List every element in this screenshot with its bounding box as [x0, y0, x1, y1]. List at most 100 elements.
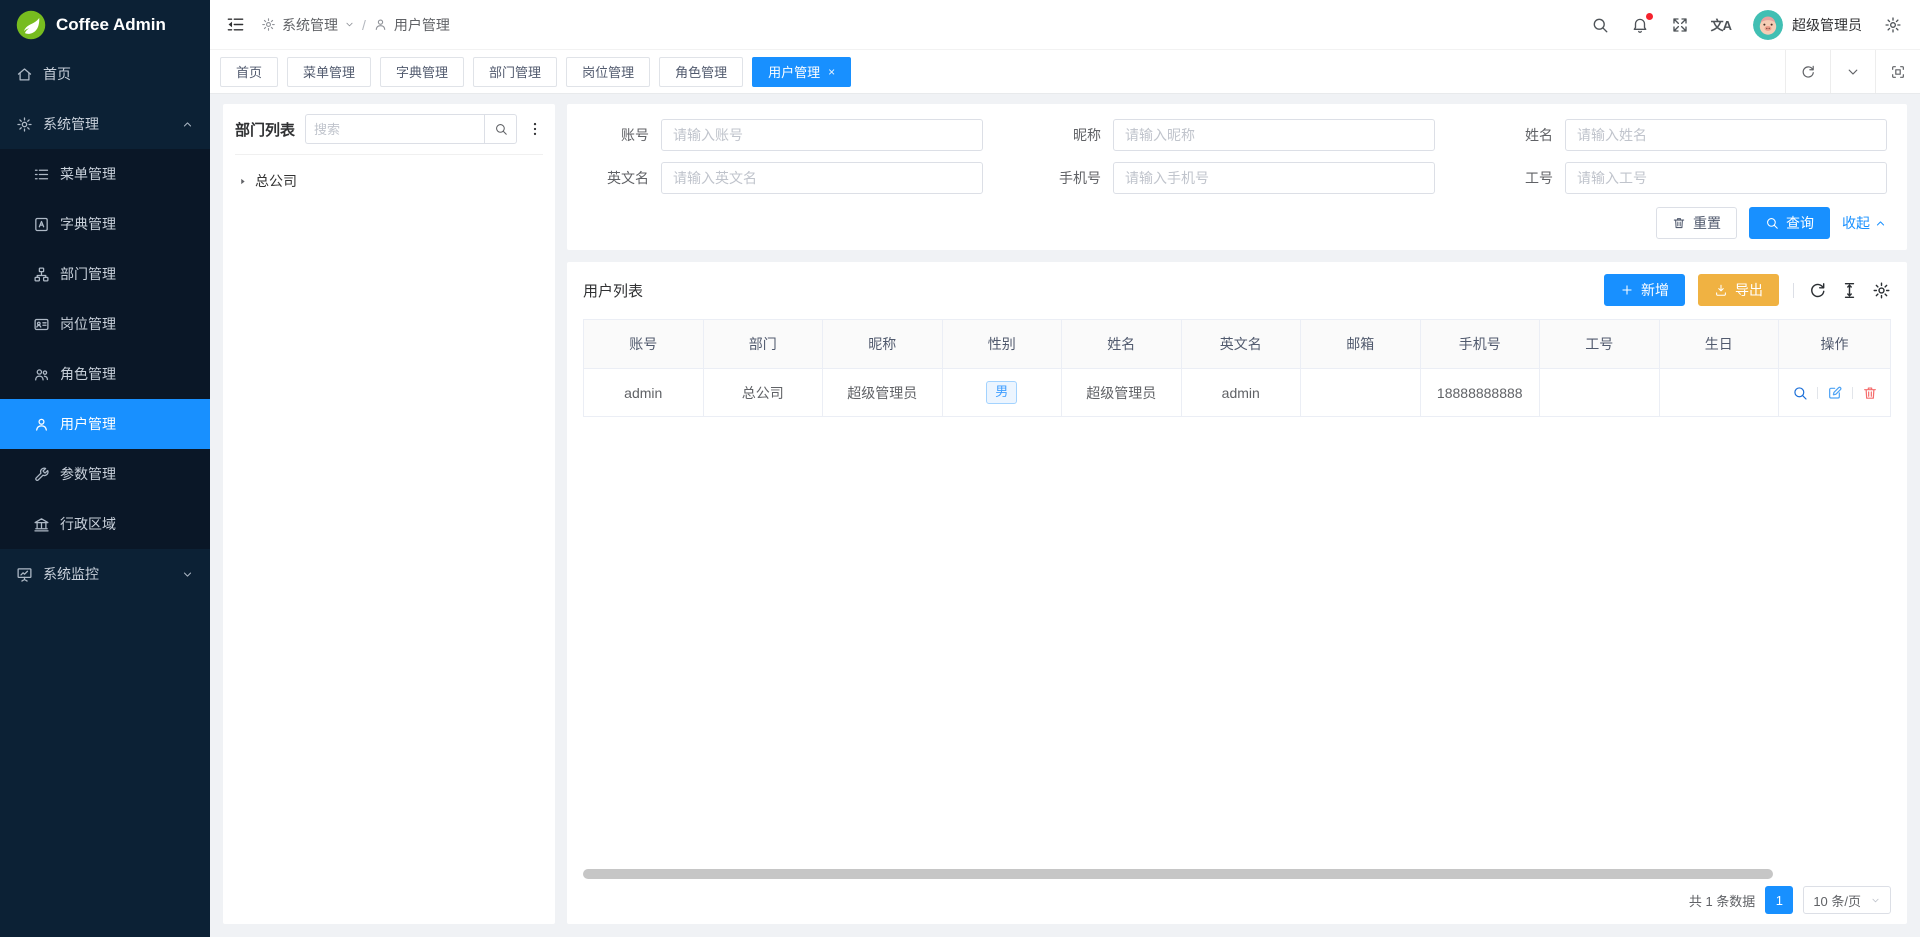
trash-icon	[1672, 216, 1686, 230]
content-area: 部门列表 总公司 账号昵称姓名英文名手机号工号 重置	[210, 94, 1920, 937]
row-height-icon[interactable]	[1840, 281, 1859, 300]
user-list-toolbar: 用户列表 新增 导出	[583, 274, 1891, 306]
column-settings-icon[interactable]	[1872, 281, 1891, 300]
tab-post-management[interactable]: 岗位管理	[566, 57, 650, 87]
gender-tag: 男	[986, 381, 1017, 403]
bank-icon	[33, 516, 50, 533]
tab-home[interactable]: 首页	[220, 57, 278, 87]
tree-item-company[interactable]: 总公司	[237, 167, 541, 195]
tab-menu-management[interactable]: 菜单管理	[287, 57, 371, 87]
phone-input[interactable]	[1113, 162, 1435, 194]
tab-dept-management[interactable]: 部门管理	[473, 57, 557, 87]
dictionary-icon	[33, 216, 50, 233]
department-search-button[interactable]	[484, 114, 517, 144]
chevron-down-icon	[181, 568, 194, 581]
filter-field-phone: 手机号	[1039, 162, 1435, 194]
sidebar-item-system-monitor[interactable]: 系统监控	[0, 549, 210, 599]
chevron-up-icon	[181, 118, 194, 131]
maximize-view-button[interactable]	[1875, 50, 1920, 93]
tab-dropdown-button[interactable]	[1830, 50, 1875, 93]
sidebar-item-label: 字典管理	[60, 214, 116, 234]
breadcrumb-item-user-management[interactable]: 用户管理	[373, 15, 450, 35]
sidebar: Coffee Admin 首页系统管理菜单管理字典管理部门管理岗位管理角色管理用…	[0, 0, 210, 937]
filter-field-job-number: 工号	[1491, 162, 1887, 194]
download-icon	[1714, 283, 1728, 297]
kebab-menu-icon[interactable]	[527, 119, 543, 139]
table-column-header: 性别	[942, 320, 1062, 369]
sidebar-item-param-management[interactable]: 参数管理	[0, 449, 210, 499]
user-filter-form: 账号昵称姓名英文名手机号工号 重置 查询 收起	[567, 104, 1907, 250]
reset-button[interactable]: 重置	[1656, 207, 1737, 239]
add-user-button[interactable]: 新增	[1604, 274, 1685, 306]
sidebar-item-user-management[interactable]: 用户管理	[0, 399, 210, 449]
account-input[interactable]	[661, 119, 983, 151]
chevron-down-icon	[1845, 64, 1861, 80]
sidebar-item-role-management[interactable]: 角色管理	[0, 349, 210, 399]
name-input[interactable]	[1565, 119, 1887, 151]
search-icon[interactable]	[1591, 16, 1609, 34]
job-number-input[interactable]	[1565, 162, 1887, 194]
refresh-tab-button[interactable]	[1785, 50, 1830, 93]
row-actions-cell	[1779, 369, 1891, 417]
export-button[interactable]: 导出	[1698, 274, 1779, 306]
user-menu[interactable]: 超级管理员	[1753, 10, 1862, 40]
tree-item-label: 总公司	[255, 171, 297, 191]
filter-actions: 重置 查询 收起	[587, 207, 1887, 239]
english-name-input[interactable]	[661, 162, 983, 194]
edit-user-button[interactable]	[1827, 385, 1843, 401]
reset-button-label: 重置	[1693, 213, 1721, 233]
table-cell: 男	[942, 369, 1062, 417]
nickname-input[interactable]	[1113, 119, 1435, 151]
query-button[interactable]: 查询	[1749, 207, 1830, 239]
sidebar-collapse-button[interactable]	[226, 15, 245, 34]
navbar-actions: 文A 超级管理员	[1591, 10, 1902, 40]
caret-right-icon	[237, 176, 248, 187]
refresh-table-icon[interactable]	[1808, 281, 1827, 300]
view-user-button[interactable]	[1792, 385, 1808, 401]
id-card-icon	[33, 316, 50, 333]
chevron-down-icon	[1870, 895, 1881, 906]
sidebar-item-dict-management[interactable]: 字典管理	[0, 199, 210, 249]
sidebar-item-label: 参数管理	[60, 464, 116, 484]
collapse-filter-link[interactable]: 收起	[1842, 213, 1887, 233]
delete-user-button[interactable]	[1862, 385, 1878, 401]
sidebar-item-dept-management[interactable]: 部门管理	[0, 249, 210, 299]
sidebar-item-admin-region[interactable]: 行政区域	[0, 499, 210, 549]
sidebar-item-home[interactable]: 首页	[0, 49, 210, 99]
name-label: 姓名	[1491, 125, 1553, 145]
horizontal-scrollbar-thumb[interactable]	[583, 869, 1773, 879]
page-size-select[interactable]: 10 条/页	[1803, 886, 1891, 914]
tab-dict-management[interactable]: 字典管理	[380, 57, 464, 87]
department-search-input[interactable]	[305, 114, 484, 144]
sidebar-item-menu-management[interactable]: 菜单管理	[0, 149, 210, 199]
leaf-logo-icon	[16, 10, 46, 40]
settings-gear-icon[interactable]	[1884, 16, 1902, 34]
sidebar-item-label: 岗位管理	[60, 314, 116, 334]
table-column-header: 姓名	[1062, 320, 1182, 369]
divider	[1817, 387, 1818, 399]
brand-name: Coffee Admin	[56, 15, 166, 35]
translate-icon[interactable]: 文A	[1711, 15, 1731, 34]
close-icon[interactable]: ×	[828, 66, 835, 78]
page-1-button[interactable]: 1	[1765, 886, 1793, 914]
sidebar-item-post-management[interactable]: 岗位管理	[0, 299, 210, 349]
org-chart-icon	[33, 266, 50, 283]
pagination-total: 共 1 条数据	[1689, 891, 1755, 910]
sidebar-item-system-management[interactable]: 系统管理	[0, 99, 210, 149]
notifications-button[interactable]	[1631, 16, 1649, 34]
add-user-label: 新增	[1641, 280, 1669, 300]
table-actions: 新增 导出	[1604, 274, 1891, 306]
nickname-label: 昵称	[1039, 125, 1101, 145]
tab-role-management[interactable]: 角色管理	[659, 57, 743, 87]
main-panel: 账号昵称姓名英文名手机号工号 重置 查询 收起	[567, 104, 1907, 924]
user-table: 账号部门昵称性别姓名英文名邮箱手机号工号生日操作 admin总公司超级管理员男超…	[583, 319, 1891, 417]
tab-user-management[interactable]: 用户管理×	[752, 57, 851, 87]
breadcrumb-item-system-management[interactable]: 系统管理	[261, 15, 355, 35]
navbar: 系统管理 / 用户管理 文A 超级管理员	[210, 0, 1920, 49]
breadcrumb-label: 用户管理	[394, 15, 450, 35]
fullscreen-icon[interactable]	[1671, 16, 1689, 34]
username: 超级管理员	[1792, 15, 1862, 35]
sidebar-item-label: 系统监控	[43, 564, 99, 584]
breadcrumb-separator: /	[362, 17, 366, 33]
filter-field-name: 姓名	[1491, 119, 1887, 151]
